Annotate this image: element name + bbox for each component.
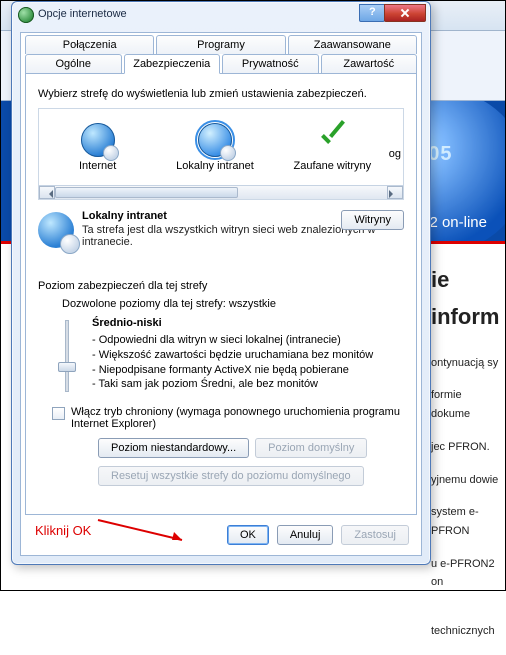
help-button[interactable] <box>359 4 385 22</box>
annotation-text: Kliknij OK <box>35 523 91 538</box>
apply-button: Zastosuj <box>341 525 409 545</box>
scroll-thumb[interactable] <box>55 187 238 198</box>
zone-list: Internet Lokalny intranet Zaufane witryn… <box>38 108 404 200</box>
security-level-block: Średnio-niski - Odpowiedni dla witryn w … <box>52 316 404 396</box>
internet-options-dialog: Opcje internetowe Połączenia Programy Za… <box>11 1 431 565</box>
zone-trusted-sites[interactable]: Zaufane witryny <box>285 123 380 172</box>
slider-thumb[interactable] <box>58 362 76 372</box>
tab-security[interactable]: Zabezpieczenia <box>124 54 221 74</box>
protected-mode-label: Włącz tryb chroniony (wymaga ponownego u… <box>71 406 404 430</box>
security-tab-panel: Wybierz strefę do wyświetlenia lub zmień… <box>25 73 417 515</box>
globe-monitor-icon <box>198 123 232 157</box>
dialog-titlebar[interactable]: Opcje internetowe <box>12 2 430 30</box>
custom-level-button[interactable]: Poziom niestandardowy... <box>98 438 249 458</box>
security-level-label: Poziom zabezpieczeń dla tej strefy <box>38 280 404 292</box>
zone-prompt: Wybierz strefę do wyświetlenia lub zmień… <box>38 88 404 100</box>
tab-connections[interactable]: Połączenia <box>25 35 154 54</box>
globe-icon <box>81 123 115 157</box>
tab-programs[interactable]: Programy <box>156 35 285 54</box>
ok-button[interactable]: OK <box>227 525 269 545</box>
zone-scrollbar[interactable] <box>39 185 403 199</box>
scroll-left-arrow[interactable] <box>39 186 55 199</box>
dialog-title: Opcje internetowe <box>38 8 127 20</box>
zone-overflow-text: og <box>389 148 401 160</box>
sites-button[interactable]: Witryny <box>341 210 404 230</box>
reset-all-zones-button: Resetuj wszystkie strefy do poziomu domy… <box>98 466 364 486</box>
level-description: Średnio-niski - Odpowiedni dla witryn w … <box>92 316 373 396</box>
check-icon <box>315 123 349 157</box>
tab-advanced[interactable]: Zaawansowane <box>288 35 417 54</box>
tab-content[interactable]: Zawartość <box>321 54 418 73</box>
zone-description: Lokalny intranet Ta strefa jest dla wszy… <box>38 210 404 266</box>
security-level-slider[interactable] <box>52 316 82 396</box>
tabs-row-1: Połączenia Programy Zaawansowane <box>21 33 421 54</box>
slider-track <box>65 320 69 392</box>
scroll-track[interactable] <box>55 186 387 199</box>
allowed-levels: Dozwolone poziomy dla tej strefy: wszyst… <box>62 298 404 310</box>
tab-privacy[interactable]: Prywatność <box>222 54 319 73</box>
content-heading: ie inform <box>431 261 499 336</box>
default-level-button: Poziom domyślny <box>255 438 367 458</box>
scroll-right-arrow[interactable] <box>387 186 403 199</box>
tab-general[interactable]: Ogólne <box>25 54 122 73</box>
page-content-fragment: ie inform ontynuacją sy formie dokume je… <box>431 261 499 655</box>
cancel-button[interactable]: Anuluj <box>277 525 334 545</box>
tabs-row-2: Ogólne Zabezpieczenia Prywatność Zawarto… <box>21 54 421 73</box>
protected-mode-row[interactable]: Włącz tryb chroniony (wymaga ponownego u… <box>52 406 404 430</box>
zone-big-icon <box>38 212 74 248</box>
level-name: Średnio-niski <box>92 316 373 331</box>
internet-options-icon <box>18 7 34 23</box>
dialog-body: Połączenia Programy Zaawansowane Ogólne … <box>20 32 422 556</box>
zone-internet[interactable]: Internet <box>50 123 145 172</box>
dialog-buttons: OK Anuluj Zastosuj <box>227 525 409 545</box>
zone-local-intranet[interactable]: Lokalny intranet <box>167 123 262 172</box>
close-button[interactable] <box>384 4 426 22</box>
protected-mode-checkbox[interactable] <box>52 407 65 420</box>
